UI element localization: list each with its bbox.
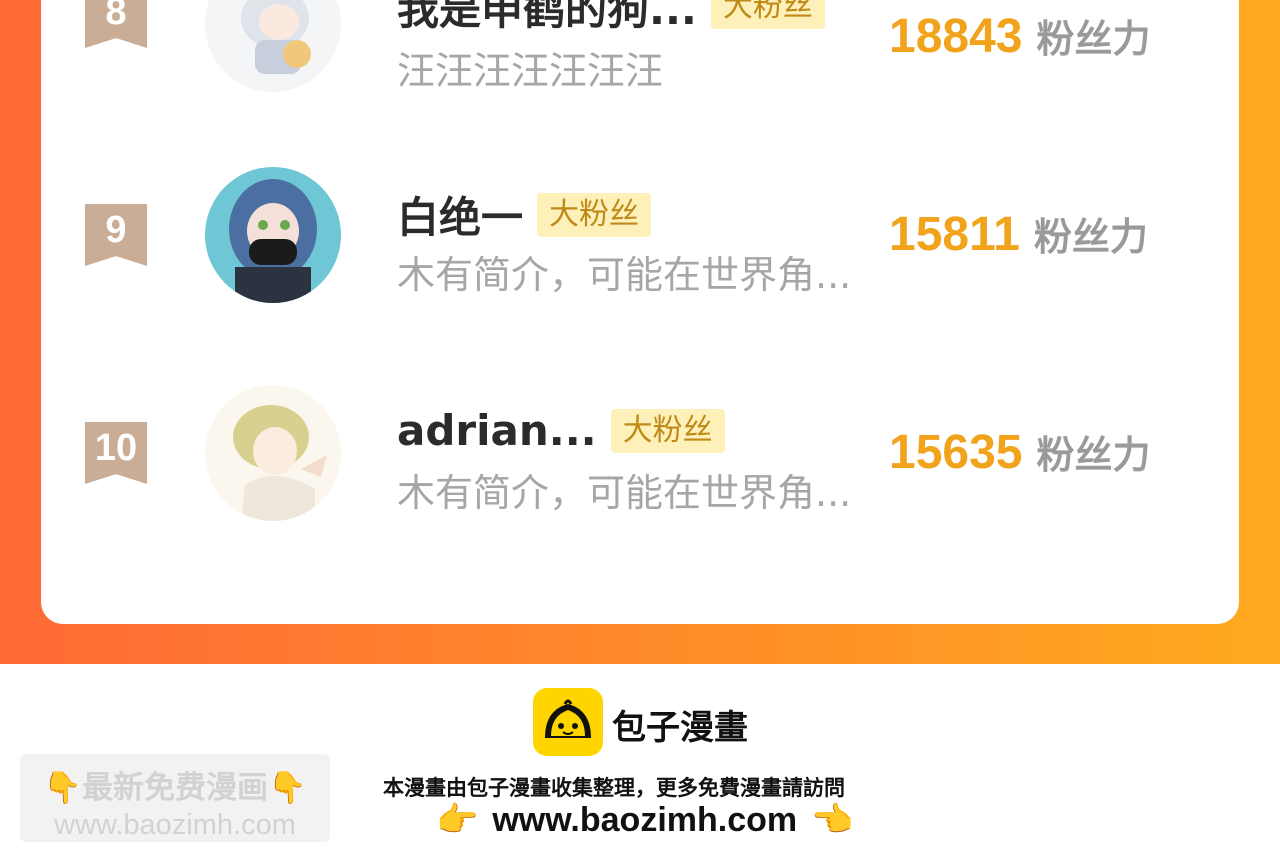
rank-badge: 10 [85,422,147,484]
fan-score: 15811 [889,208,1020,261]
ranking-row[interactable]: 9 白绝一 大粉丝 木有简介，可能在世界角... 15811 粉丝力 [41,167,1239,328]
fan-score-unit: 粉丝力 [1036,17,1151,61]
fan-score: 15635 [889,426,1023,479]
user-bio: 木有简介，可能在世界角... [397,471,852,515]
fan-level-badge: 大粉丝 [710,0,825,29]
pointing-right-icon: 👉 [436,800,479,840]
ranking-card: 8 我是申鹤的狗... 大粉丝 汪汪汪汪汪汪汪 18843 粉丝力 9 白绝一 … [41,0,1239,624]
watermark-box: 👇最新免费漫画👇 www.baozimh.com [20,754,330,842]
watermark-text: 👇最新免费漫画👇 [43,770,307,806]
rank-badge: 9 [85,204,147,266]
ranking-row[interactable]: 8 我是申鹤的狗... 大粉丝 汪汪汪汪汪汪汪 18843 粉丝力 [41,0,1239,112]
fan-score-unit: 粉丝力 [1036,433,1151,477]
avatar[interactable] [205,167,341,303]
ranking-row[interactable]: 10 adrian... 大粉丝 木有简介，可能在世界角... 15635 粉丝… [41,385,1239,546]
fan-score: 18843 [889,10,1023,63]
fan-score-unit: 粉丝力 [1033,215,1148,259]
fan-level-badge: 大粉丝 [537,192,652,237]
user-bio: 汪汪汪汪汪汪汪 [397,49,664,93]
ranking-banner: 8 我是申鹤的狗... 大粉丝 汪汪汪汪汪汪汪 18843 粉丝力 9 白绝一 … [0,0,1280,664]
site-url-link[interactable]: www.baozimh.com [492,801,797,840]
watermark-url: www.baozimh.com [54,809,296,841]
user-name[interactable]: 我是申鹤的狗... [397,0,697,37]
footer-url-line[interactable]: 👉 www.baozimh.com 👈 [436,800,853,840]
baozi-logo-icon[interactable] [533,688,603,756]
avatar[interactable] [205,0,341,92]
fan-level-badge: 大粉丝 [610,408,725,453]
brand-name[interactable]: 包子漫畫 [612,700,748,749]
rank-badge: 8 [85,0,147,48]
user-name[interactable]: adrian... [397,406,597,455]
pointing-left-icon: 👈 [811,800,854,840]
user-name[interactable]: 白绝一 [397,184,523,245]
user-bio: 木有简介，可能在世界角... [397,253,852,297]
avatar[interactable] [205,385,341,521]
